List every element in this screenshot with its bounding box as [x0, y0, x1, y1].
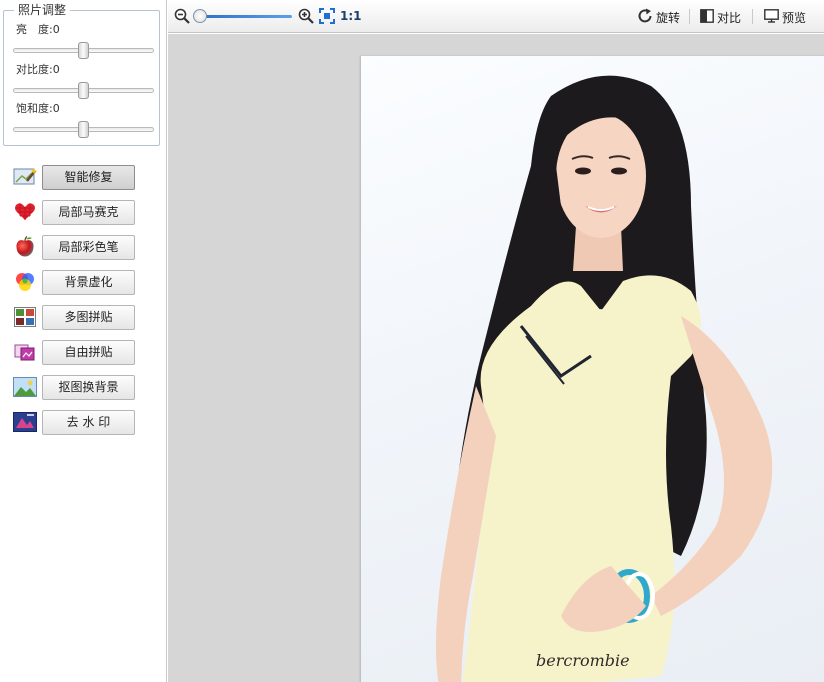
free-collage-icon[interactable] [13, 341, 37, 363]
contrast-slider-thumb[interactable] [77, 82, 89, 99]
fit-screen-icon[interactable] [319, 8, 335, 24]
tool-row-watermark: 去 水 印 [0, 410, 167, 436]
brightness-value: 0 [52, 23, 60, 36]
brightness-slider-thumb[interactable] [77, 42, 89, 59]
toolbar-divider [752, 9, 753, 24]
compare-label: 对比 [717, 10, 742, 25]
tool-row-cutout-bg: 抠图换背景 [0, 375, 167, 401]
smart-repair-button[interactable]: 智能修复 [42, 165, 135, 190]
tool-row-smart-repair: 智能修复 [0, 165, 167, 191]
preview-label: 预览 [782, 10, 807, 25]
landscape-icon[interactable] [13, 376, 37, 398]
compare-button[interactable]: 对比 [700, 8, 741, 26]
background-blur-button[interactable]: 背景虚化 [42, 270, 135, 295]
tool-row-free-collage: 自由拼贴 [0, 340, 167, 366]
zoom-slider-thumb[interactable] [193, 9, 207, 23]
image-canvas[interactable]: bercrombie [168, 34, 824, 682]
local-mosaic-button[interactable]: 局部马赛克 [42, 200, 135, 225]
collage-icon[interactable] [13, 306, 37, 328]
apple-icon[interactable] [13, 236, 37, 258]
toolbar-divider [689, 9, 690, 24]
contrast-label-text: 对比度: [16, 63, 53, 76]
zoom-out-icon[interactable] [174, 8, 190, 24]
rotate-button[interactable]: 旋转 [637, 8, 680, 26]
multi-image-collage-button[interactable]: 多图拼贴 [42, 305, 135, 330]
saturation-slider-thumb[interactable] [77, 121, 89, 138]
contrast-value: 0 [52, 63, 60, 76]
tool-row-bg-blur: 背景虚化 [0, 270, 167, 296]
rotate-label: 旋转 [656, 10, 681, 25]
local-color-pen-button[interactable]: 局部彩色笔 [42, 235, 135, 260]
contrast-slider[interactable] [13, 82, 154, 99]
saturation-value: 0 [52, 102, 60, 115]
cutout-change-background-button[interactable]: 抠图换背景 [42, 375, 135, 400]
left-tool-panel: 照片调整 亮 度:0 对比度:0 饱和度:0 智能修复 局部马赛克 局部彩色笔 … [0, 0, 167, 682]
shirt-logo-text: bercrombie [536, 651, 630, 670]
zoom-slider[interactable] [196, 15, 292, 18]
saturation-label-text: 饱和度: [16, 102, 53, 115]
rotate-icon [637, 8, 653, 27]
mosaic-heart-icon[interactable] [13, 201, 37, 223]
photo-adjust-title: 照片调整 [14, 3, 71, 17]
color-blur-icon[interactable] [13, 271, 37, 293]
top-toolbar: 1:1 旋转 对比 预览 [168, 0, 824, 33]
actual-size-button[interactable]: 1:1 [340, 9, 362, 23]
photo-editor-app: 照片调整 亮 度:0 对比度:0 饱和度:0 智能修复 局部马赛克 局部彩色笔 … [0, 0, 824, 682]
zoom-in-icon[interactable] [298, 8, 314, 24]
tool-row-color-pen: 局部彩色笔 [0, 235, 167, 261]
contrast-label: 对比度:0 [16, 63, 60, 76]
preview-icon [764, 8, 779, 26]
watermark-icon[interactable] [13, 411, 37, 433]
tool-row-mosaic: 局部马赛克 [0, 200, 167, 226]
tool-row-multi-collage: 多图拼贴 [0, 305, 167, 331]
preview-button[interactable]: 预览 [764, 8, 806, 26]
remove-watermark-button[interactable]: 去 水 印 [42, 410, 135, 435]
saturation-label: 饱和度:0 [16, 102, 60, 115]
photo-adjust-group: 照片调整 亮 度:0 对比度:0 饱和度:0 [3, 3, 160, 146]
brightness-slider[interactable] [13, 42, 154, 59]
free-collage-button[interactable]: 自由拼贴 [42, 340, 135, 365]
photo-illustration: bercrombie [436, 75, 773, 682]
brightness-label-text: 亮 度: [16, 23, 53, 36]
compare-icon [700, 8, 714, 26]
edited-photo[interactable]: bercrombie [361, 56, 824, 682]
brightness-label: 亮 度:0 [16, 23, 60, 36]
saturation-slider[interactable] [13, 121, 154, 138]
magic-wand-icon[interactable] [13, 166, 37, 188]
